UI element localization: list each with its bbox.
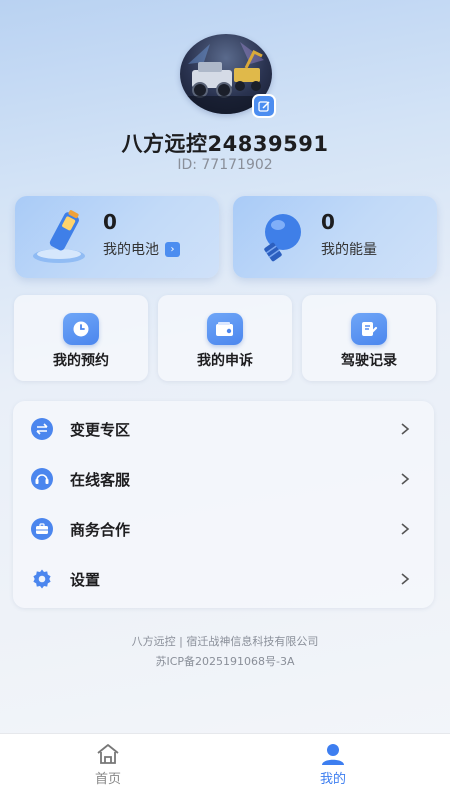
tab-mine[interactable]: 我的 (273, 734, 393, 800)
edit-note-icon (351, 313, 387, 345)
battery-label-row[interactable]: 我的电池 › (103, 239, 180, 259)
footer-company: 八方远控 | 宿迁战神信息科技有限公司 (131, 635, 319, 648)
home-icon (97, 744, 119, 764)
tab-label: 我的 (319, 772, 346, 787)
username: 八方远控24839591 (121, 132, 329, 156)
menu-item-settings[interactable]: 设置 (13, 555, 434, 603)
gear-icon (31, 568, 53, 590)
battery-label: 我的电池 (103, 242, 159, 258)
menu-item-label: 变更专区 (70, 420, 131, 439)
menu-item-label: 设置 (70, 570, 101, 589)
footer-icp-number[interactable]: 苏ICP备2025191068号-3A (0, 653, 450, 669)
menu-item-change-zone[interactable]: 变更专区 (13, 405, 434, 453)
quick-action-label: 我的申诉 (197, 353, 253, 369)
menu-item-customer-service[interactable]: 在线客服 (13, 455, 434, 503)
briefcase-icon (31, 518, 53, 540)
quick-action-driving-records[interactable]: 驾驶记录 (302, 295, 436, 381)
quick-action-label: 我的预约 (53, 353, 109, 369)
user-id: ID: 77171902 (177, 157, 273, 173)
battery-icon (33, 210, 85, 263)
tab-home[interactable]: 首页 (48, 734, 168, 800)
battery-value: 0 (103, 210, 117, 234)
quick-action-label: 驾驶记录 (341, 353, 397, 369)
menu-panel: 变更专区 在线客服 商务合作 设置 (13, 401, 434, 608)
lightbulb-icon (264, 214, 301, 262)
energy-label: 我的能量 (321, 242, 377, 258)
edit-icon (257, 100, 270, 112)
bottom-tab-bar: 首页 我的 (0, 733, 450, 800)
chevron-right-icon (401, 423, 410, 435)
menu-item-business-cooperation[interactable]: 商务合作 (13, 505, 434, 553)
user-icon (322, 744, 344, 765)
headset-icon (31, 468, 53, 490)
battery-card[interactable]: 0 我的电池 › (15, 196, 219, 278)
chevron-right-icon (401, 473, 410, 485)
wallet-icon (207, 313, 243, 345)
menu-item-label: 商务合作 (70, 520, 131, 539)
chevron-right-icon: › (165, 241, 180, 257)
chevron-right-icon (401, 523, 410, 535)
clock-icon (63, 313, 99, 345)
chevron-right-icon (401, 573, 410, 585)
tab-label: 首页 (94, 772, 121, 787)
energy-card[interactable]: 0 我的能量 (233, 196, 437, 278)
swap-icon (31, 418, 53, 440)
energy-value: 0 (321, 210, 335, 234)
edit-avatar-button[interactable] (252, 94, 276, 118)
quick-action-appointments[interactable]: 我的预约 (14, 295, 148, 381)
quick-action-appeals[interactable]: 我的申诉 (158, 295, 292, 381)
menu-item-label: 在线客服 (70, 470, 131, 489)
avatar-container[interactable] (180, 34, 276, 118)
